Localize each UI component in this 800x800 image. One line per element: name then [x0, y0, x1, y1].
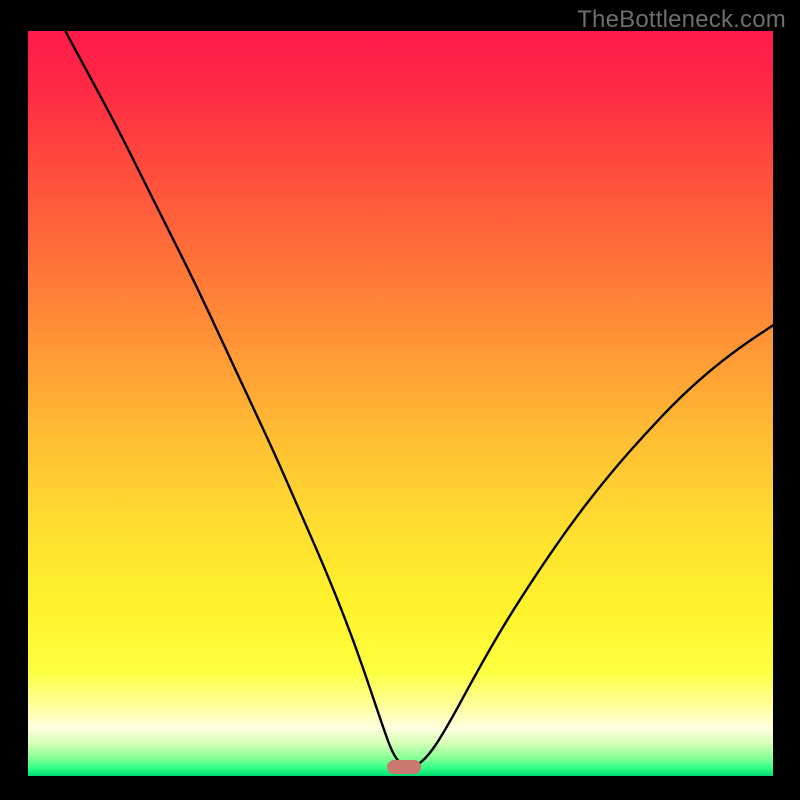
- minimum-marker: [387, 760, 421, 774]
- chart-frame: TheBottleneck.com: [0, 0, 800, 800]
- plot-area: [28, 31, 773, 776]
- watermark-text: TheBottleneck.com: [577, 6, 786, 34]
- gradient-svg: [28, 31, 773, 776]
- gradient-background: [28, 31, 773, 776]
